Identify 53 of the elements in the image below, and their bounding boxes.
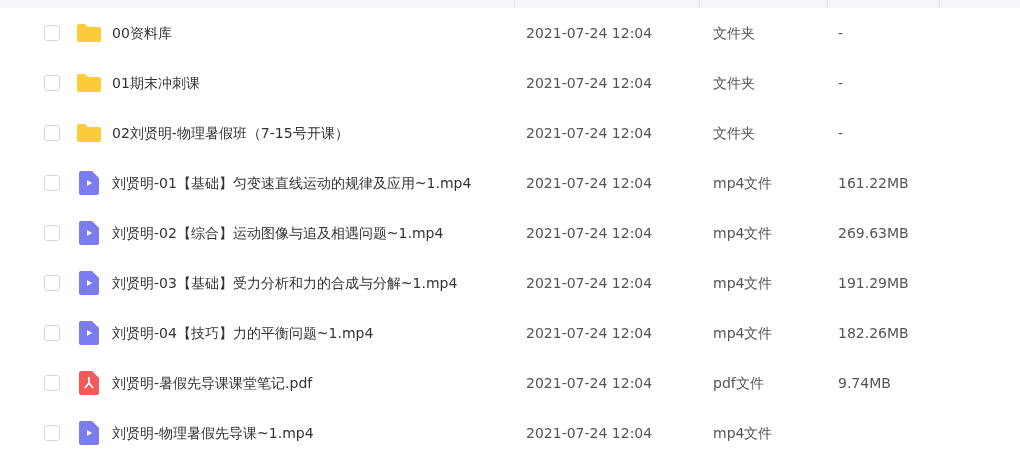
file-type: mp4文件 (713, 223, 774, 243)
file-size: - (838, 123, 844, 143)
checkbox[interactable] (44, 125, 60, 141)
file-type: 文件夹 (713, 73, 756, 93)
checkbox[interactable] (44, 75, 60, 91)
modified-date: 2021-07-24 12:04 (526, 273, 654, 293)
checkbox[interactable] (44, 175, 60, 191)
modified-date: 2021-07-24 12:04 (526, 73, 654, 93)
file-name[interactable]: 00资料库 (112, 22, 526, 44)
modified-date: 2021-07-24 12:04 (526, 323, 654, 343)
modified-date: 2021-07-24 12:04 (526, 373, 654, 393)
modified-date: 2021-07-24 12:04 (526, 223, 654, 243)
checkbox[interactable] (44, 325, 60, 341)
video-file-icon (79, 221, 99, 245)
file-name[interactable]: 02刘贤明-物理暑假班（7-15号开课） (112, 122, 526, 144)
checkbox[interactable] (44, 25, 60, 41)
file-name[interactable]: 刘贤明-04【技巧】力的平衡问题~1.mp4 (112, 322, 526, 344)
video-file-icon (79, 271, 99, 295)
video-file-icon (79, 421, 99, 445)
file-type: mp4文件 (713, 323, 774, 343)
file-type: 文件夹 (713, 23, 756, 43)
file-size: 9.74MB (838, 373, 891, 393)
modified-date: 2021-07-24 12:04 (526, 123, 654, 143)
folder-icon (76, 73, 102, 93)
file-size: 182.26MB (838, 323, 909, 343)
checkbox[interactable] (44, 275, 60, 291)
file-type: mp4文件 (713, 173, 774, 193)
modified-date: 2021-07-24 12:04 (526, 423, 654, 443)
checkbox[interactable] (44, 375, 60, 391)
folder-icon (76, 123, 102, 143)
checkbox[interactable] (44, 425, 60, 441)
checkbox[interactable] (44, 225, 60, 241)
file-name[interactable]: 刘贤明-暑假先导课课堂笔记.pdf (112, 372, 526, 394)
file-name[interactable]: 刘贤明-02【综合】运动图像与追及相遇问题~1.mp4 (112, 222, 526, 244)
modified-date: 2021-07-24 12:04 (526, 173, 654, 193)
file-name[interactable]: 刘贤明-物理暑假先导课~1.mp4 (112, 422, 526, 444)
file-size: - (838, 23, 844, 43)
file-size: 191.29MB (838, 273, 909, 293)
file-name[interactable]: 01期末冲刺课 (112, 72, 526, 94)
folder-icon (76, 23, 102, 43)
file-size: 269.63MB (838, 223, 909, 243)
file-size: 161.22MB (838, 173, 909, 193)
video-file-icon (79, 171, 99, 195)
modified-date: 2021-07-24 12:04 (526, 23, 654, 43)
file-size: - (838, 73, 844, 93)
pdf-file-icon (79, 371, 99, 395)
file-type: mp4文件 (713, 423, 774, 443)
file-type: pdf文件 (713, 373, 765, 393)
video-file-icon (79, 321, 99, 345)
file-name[interactable]: 刘贤明-01【基础】匀变速直线运动的规律及应用~1.mp4 (112, 172, 526, 194)
file-type: 文件夹 (713, 123, 756, 143)
file-name[interactable]: 刘贤明-03【基础】受力分析和力的合成与分解~1.mp4 (112, 272, 526, 294)
file-type: mp4文件 (713, 273, 774, 293)
